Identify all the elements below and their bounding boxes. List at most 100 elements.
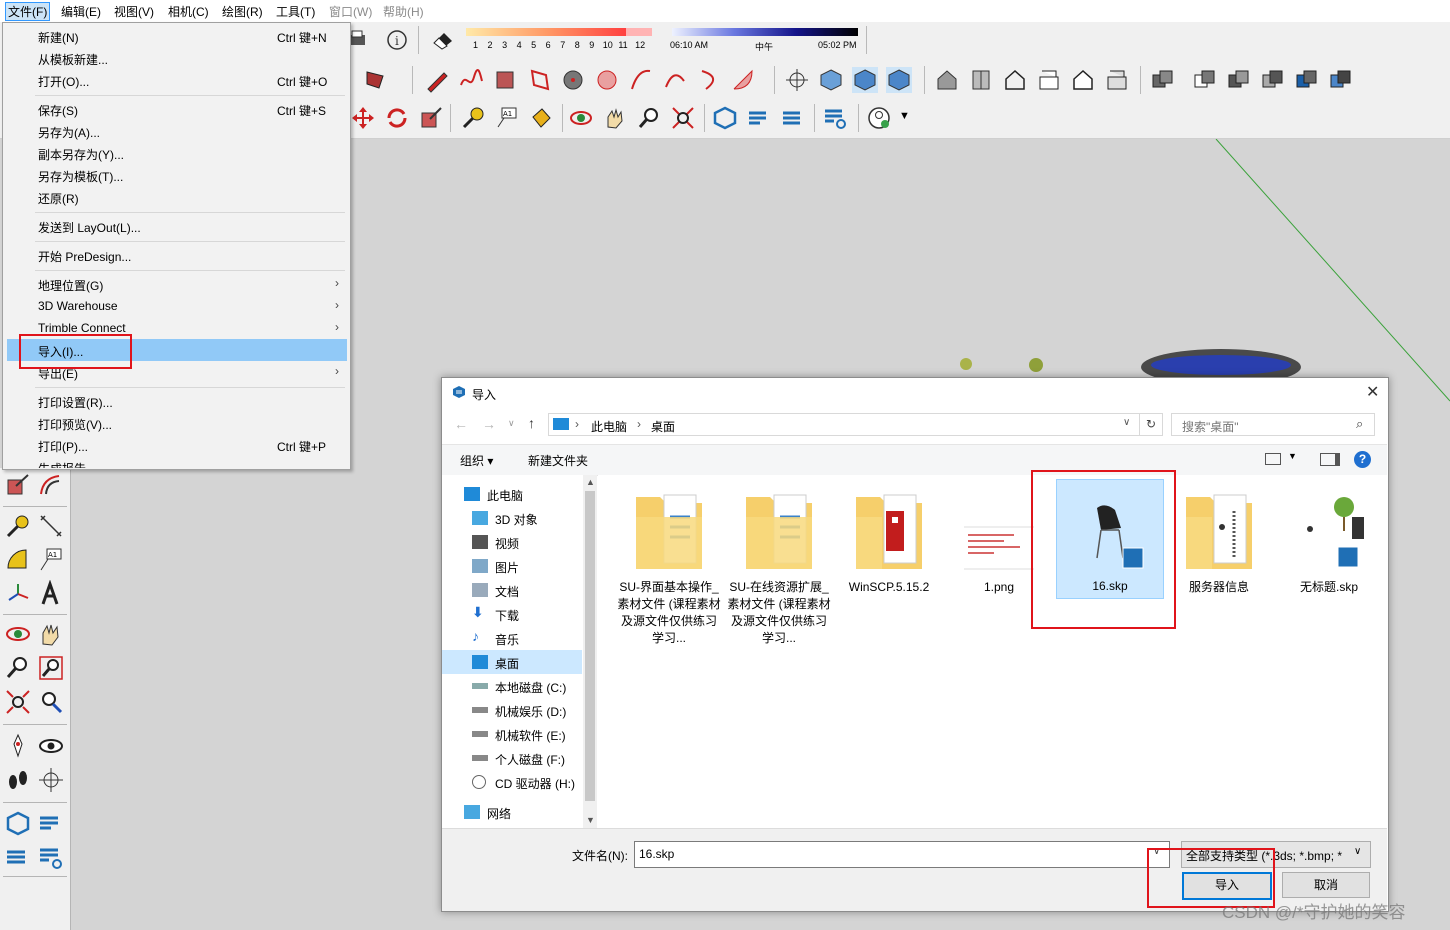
pie-icon[interactable] [730, 67, 756, 93]
protractor-icon[interactable] [4, 546, 32, 574]
back-edges-icon[interactable] [968, 67, 994, 93]
forward-arrow-icon[interactable]: → [482, 416, 496, 432]
rotated-rectangle-icon[interactable] [526, 67, 552, 93]
chevron-down-icon[interactable]: ∨ [1123, 417, 1130, 428]
menu-item-print[interactable]: 打印(P)... Ctrl 键+P [7, 434, 347, 456]
text-icon[interactable]: A1 [37, 546, 65, 574]
zoom-icon[interactable] [4, 654, 32, 682]
menu-item-save-as[interactable]: 另存为(A)... [7, 120, 347, 142]
file-item-folder[interactable]: SU-界面基本操作_素材文件 (课程素材及源文件仅供练习学习... [616, 475, 722, 665]
filename-input[interactable]: 16.skp ∨ [634, 841, 1170, 868]
nav-desktop[interactable]: 桌面 [442, 650, 582, 674]
orbit-icon[interactable] [4, 620, 32, 648]
rectangle-icon[interactable] [492, 67, 518, 93]
warehouse-icon[interactable] [4, 810, 32, 838]
back-arrow-icon[interactable]: ← [454, 416, 468, 432]
arc-icon[interactable] [628, 67, 654, 93]
search-box[interactable]: 搜索"桌面" ⌕ [1171, 413, 1375, 436]
nav-scrollbar[interactable]: ▲ ▼ [583, 475, 597, 828]
nav-videos[interactable]: 视频 [466, 530, 596, 554]
nav-this-pc[interactable]: 此电脑 [458, 482, 588, 506]
refresh-button[interactable]: ↻ [1139, 413, 1163, 436]
eraser-icon[interactable] [430, 27, 456, 53]
menu-item-new[interactable]: 新建(N) Ctrl 键+N [7, 25, 347, 47]
share-model-icon[interactable] [37, 810, 65, 838]
menu-item-predesign[interactable]: 开始 PreDesign... [7, 244, 347, 266]
new-folder-button[interactable]: 新建文件夹 [528, 452, 588, 469]
shadow-time-slider[interactable]: 06:10 AM 中午 05:02 PM [670, 28, 860, 52]
nav-drive-c[interactable]: 本地磁盘 (C:) [466, 674, 596, 698]
chevron-down-icon[interactable]: ∨ [508, 418, 515, 429]
preview-pane-icon[interactable] [1320, 453, 1340, 466]
nav-cd-drive[interactable]: CD 驱动器 (H:) [466, 770, 596, 794]
file-item-folder[interactable]: 服务器信息 [1166, 475, 1272, 665]
file-item-folder[interactable]: SU-在线资源扩展_素材文件 (课程素材及源文件仅供练习学习... [726, 475, 832, 665]
menu-tools[interactable]: 工具(T) [276, 3, 315, 20]
menu-view[interactable]: 视图(V) [114, 3, 154, 20]
push-pull-icon[interactable] [362, 67, 388, 93]
scale-icon[interactable] [4, 472, 32, 500]
up-arrow-icon[interactable]: ↑ [528, 415, 535, 431]
menu-item-save-as-template[interactable]: 另存为模板(T)... [7, 164, 347, 186]
text-icon[interactable]: A1 [494, 105, 520, 131]
menu-camera[interactable]: 相机(C) [168, 3, 209, 20]
axes-icon[interactable] [784, 67, 810, 93]
rotate-icon[interactable] [384, 105, 410, 131]
nav-documents[interactable]: 文档 [466, 578, 596, 602]
solid-union-icon[interactable] [1150, 67, 1176, 93]
position-camera-icon[interactable] [4, 732, 32, 760]
3d-text-icon[interactable] [37, 579, 65, 608]
zoom-extents-icon[interactable] [670, 105, 696, 131]
address-bar[interactable]: › 此电脑 › 桌面 ∨ [548, 413, 1140, 436]
breadcrumb-this-pc[interactable]: 此电脑 [591, 418, 627, 435]
shadow-month-slider[interactable]: 1 2 3 4 5 6 7 8 9 10 11 12 [466, 28, 656, 52]
nav-drive-e[interactable]: 机械软件 (E:) [466, 722, 596, 746]
menu-window[interactable]: 窗口(W) [329, 3, 372, 20]
dimension-icon[interactable] [37, 512, 65, 540]
two-point-arc-icon[interactable] [662, 67, 688, 93]
extension-warehouse-icon[interactable] [37, 844, 65, 872]
pan-icon[interactable] [602, 105, 628, 131]
help-icon[interactable]: ? [1354, 451, 1371, 468]
menu-item-geo-location[interactable]: 地理位置(G) › [7, 273, 347, 295]
warehouse-icon[interactable] [712, 105, 738, 131]
move-icon[interactable] [350, 105, 376, 131]
breadcrumb-desktop[interactable]: 桌面 [651, 418, 675, 435]
cancel-button[interactable]: 取消 [1282, 872, 1370, 898]
share-component-icon[interactable] [4, 844, 32, 872]
menu-item-revert[interactable]: 还原(R) [7, 186, 347, 208]
tape-measure-icon[interactable] [460, 105, 486, 131]
section-plane-icon[interactable] [37, 766, 65, 794]
model-info-icon[interactable]: i [384, 27, 410, 53]
wireframe-icon[interactable] [1002, 67, 1028, 93]
view-options-icon[interactable] [1265, 453, 1281, 465]
menu-item-open[interactable]: 打开(O)... Ctrl 键+O [7, 69, 347, 91]
orbit-icon[interactable] [568, 105, 594, 131]
nav-music[interactable]: ♪ 音乐 [466, 626, 596, 650]
front-view-icon[interactable] [886, 67, 912, 93]
menu-item-send-to-layout[interactable]: 发送到 LayOut(L)... [7, 215, 347, 237]
chevron-down-icon[interactable]: ▼ [586, 815, 595, 825]
pencil-icon[interactable] [424, 67, 450, 93]
menu-item-generate-report[interactable]: 生成报告... [7, 456, 347, 468]
hidden-line-icon[interactable] [1036, 67, 1062, 93]
nav-downloads[interactable]: ⬇ 下载 [466, 602, 596, 626]
solid-split-icon[interactable] [1294, 67, 1320, 93]
zoom-window-icon[interactable] [37, 654, 65, 682]
pan-icon[interactable] [37, 620, 65, 648]
share-component-icon[interactable] [780, 105, 806, 131]
menu-item-print-setup[interactable]: 打印设置(R)... [7, 390, 347, 412]
zoom-extents-icon[interactable] [4, 688, 32, 716]
nav-pictures[interactable]: 图片 [466, 554, 596, 578]
nav-drive-f[interactable]: 个人磁盘 (F:) [466, 746, 596, 770]
polygon-icon[interactable] [594, 67, 620, 93]
close-icon[interactable]: ✕ [1366, 382, 1379, 402]
menu-help[interactable]: 帮助(H) [383, 3, 424, 20]
top-view-icon[interactable] [852, 67, 878, 93]
freehand-icon[interactable] [458, 67, 484, 93]
three-point-arc-icon[interactable] [696, 67, 722, 93]
circle-icon[interactable] [560, 67, 586, 93]
chevron-down-icon[interactable]: ▼ [1288, 451, 1297, 461]
offset-icon[interactable] [37, 472, 65, 500]
look-around-icon[interactable] [37, 732, 65, 760]
